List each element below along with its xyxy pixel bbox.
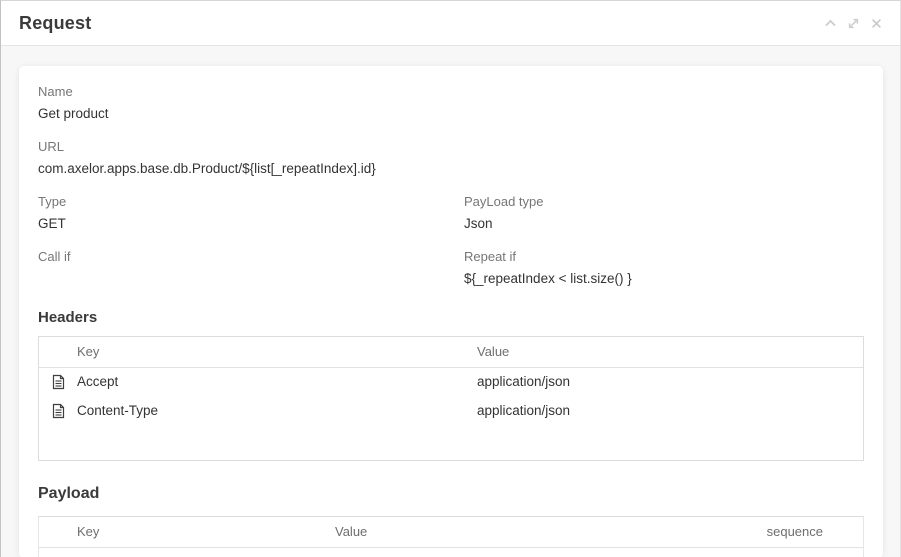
field-url: URL com.axelor.apps.base.db.Product/${li… xyxy=(38,139,864,177)
headers-value-column-header[interactable]: Value xyxy=(477,337,863,367)
url-label: URL xyxy=(38,139,864,154)
dialog-controls xyxy=(822,15,884,31)
dialog-body: Name Get product URL com.axelor.apps.bas… xyxy=(1,46,900,557)
payload-type-value: Json xyxy=(464,215,864,232)
headers-key-column-header[interactable]: Key xyxy=(77,337,477,367)
payload-type-label: PayLoad type xyxy=(464,194,864,209)
table-row[interactable]: Accept application/json xyxy=(39,367,863,396)
headers-icon-column-header xyxy=(39,337,77,367)
field-call-if: Call if xyxy=(38,249,451,287)
url-value: com.axelor.apps.base.db.Product/${list[_… xyxy=(38,160,864,177)
request-form-card: Name Get product URL com.axelor.apps.bas… xyxy=(19,66,883,557)
header-value-cell: application/json xyxy=(477,367,863,396)
repeat-if-value: ${_repeatIndex < list.size() } xyxy=(464,270,864,287)
payload-icon-column-header xyxy=(39,517,77,547)
dialog-titlebar: Request xyxy=(1,1,900,46)
headers-table: Key Value xyxy=(38,336,864,461)
field-type: Type GET xyxy=(38,194,451,232)
name-value: Get product xyxy=(38,105,864,122)
header-value-cell: application/json xyxy=(477,396,863,425)
dialog-title: Request xyxy=(19,13,91,34)
header-key-cell: Content-Type xyxy=(77,396,477,425)
collapse-icon[interactable] xyxy=(822,15,838,31)
document-icon[interactable] xyxy=(52,374,65,393)
field-name: Name Get product xyxy=(38,84,864,122)
table-row[interactable]: Content-Type application/json xyxy=(39,396,863,425)
repeat-if-label: Repeat if xyxy=(464,249,864,264)
field-payload-type: PayLoad type Json xyxy=(451,194,864,232)
payload-table: Key Value sequence xyxy=(38,516,864,557)
type-value: GET xyxy=(38,215,451,232)
field-repeat-if: Repeat if ${_repeatIndex < list.size() } xyxy=(451,249,864,287)
headers-section-title: Headers xyxy=(38,309,864,326)
headers-table-header-row: Key Value xyxy=(39,337,863,367)
payload-section-title: Payload xyxy=(38,485,864,503)
maximize-icon[interactable] xyxy=(845,15,861,31)
name-label: Name xyxy=(38,84,864,99)
type-label: Type xyxy=(38,194,451,209)
call-if-value xyxy=(38,270,451,287)
payload-key-column-header[interactable]: Key xyxy=(77,517,335,547)
call-if-label: Call if xyxy=(38,249,451,264)
document-icon[interactable] xyxy=(52,403,65,422)
payload-table-header-row: Key Value sequence xyxy=(39,517,863,547)
payload-value-column-header[interactable]: Value xyxy=(335,517,693,547)
request-dialog: Request xyxy=(0,0,901,557)
header-key-cell: Accept xyxy=(77,367,477,396)
close-icon[interactable] xyxy=(868,15,884,31)
payload-sequence-column-header[interactable]: sequence xyxy=(693,517,863,547)
